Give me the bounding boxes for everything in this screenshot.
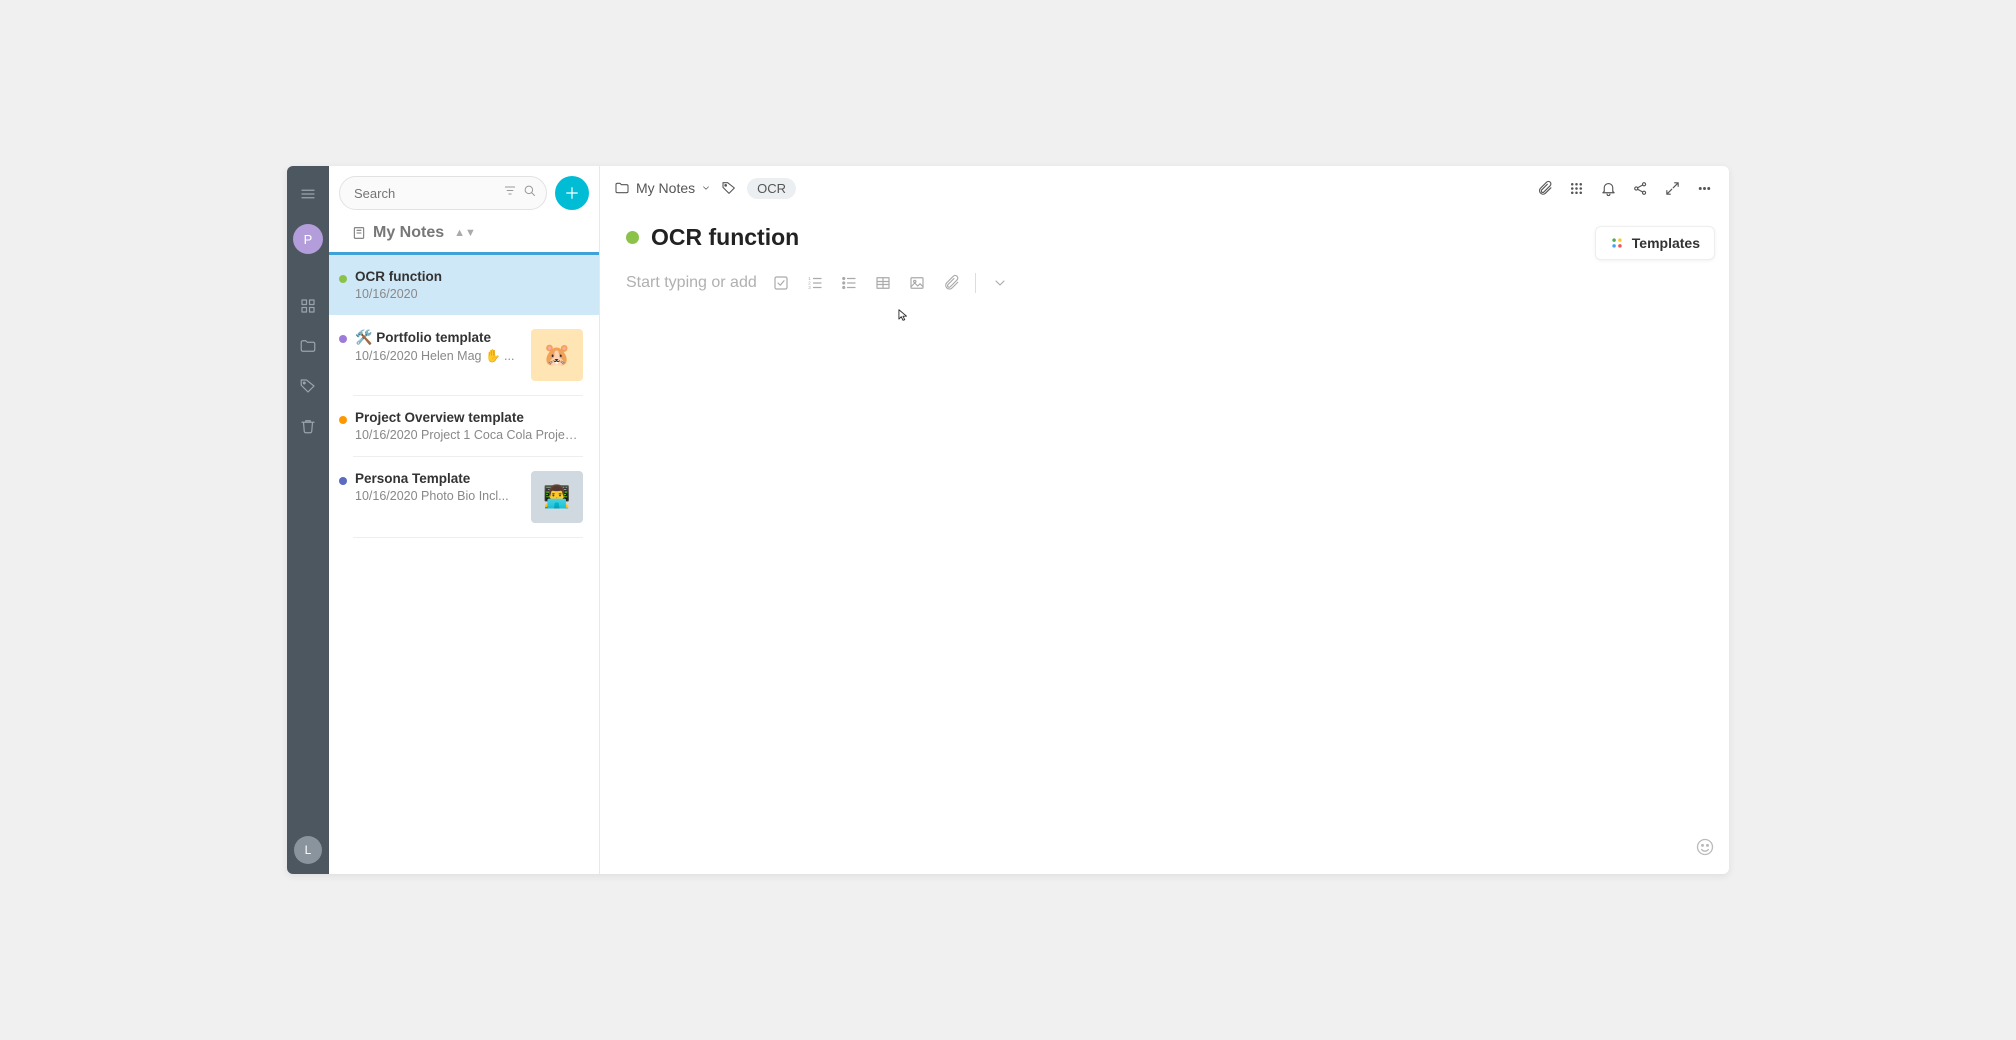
trash-icon[interactable] bbox=[296, 414, 320, 438]
attachment-icon[interactable] bbox=[1533, 177, 1555, 199]
attach-icon[interactable] bbox=[941, 273, 961, 293]
templates-button[interactable]: Templates bbox=[1595, 226, 1715, 260]
hammer-icon: 🛠️ bbox=[355, 329, 372, 345]
folder-icon[interactable] bbox=[296, 334, 320, 358]
note-item[interactable]: Project Overview template 10/16/2020 Pro… bbox=[329, 396, 599, 456]
svg-text:3: 3 bbox=[808, 285, 811, 290]
breadcrumb-label: My Notes bbox=[636, 180, 695, 196]
separator bbox=[975, 273, 976, 293]
note-item-meta: 10/16/2020 Helen Mag ✋ ... bbox=[355, 349, 523, 364]
note-item-meta: 10/16/2020 Project 1 Coca Cola Project 2… bbox=[355, 428, 583, 442]
editor-placeholder-row[interactable]: Start typing or add 123 bbox=[600, 255, 1729, 311]
expand-icon[interactable] bbox=[1661, 177, 1683, 199]
status-dot bbox=[339, 275, 347, 283]
search-icon[interactable] bbox=[522, 183, 537, 203]
note-color-dot[interactable] bbox=[626, 231, 639, 244]
new-note-button[interactable] bbox=[555, 176, 589, 210]
note-item-title: 🛠️ Portfolio template bbox=[355, 329, 523, 346]
tag-icon[interactable] bbox=[721, 180, 737, 196]
note-title[interactable]: OCR function bbox=[651, 224, 799, 251]
note-tag[interactable]: OCR bbox=[747, 178, 796, 199]
note-item[interactable]: Persona Template 10/16/2020 Photo Bio In… bbox=[329, 457, 599, 537]
numbered-list-icon[interactable]: 123 bbox=[805, 273, 825, 293]
sort-icon: ▲▼ bbox=[454, 227, 476, 239]
note-item-title: Persona Template bbox=[355, 471, 523, 486]
left-rail: P L bbox=[287, 166, 329, 874]
note-item-title: OCR function bbox=[355, 269, 583, 284]
user-avatar[interactable]: L bbox=[294, 836, 322, 864]
chevron-down-icon bbox=[701, 183, 711, 193]
note-item-meta: 10/16/2020 bbox=[355, 287, 583, 301]
app-window: P L bbox=[287, 166, 1729, 874]
separator bbox=[353, 537, 583, 538]
note-thumbnail: 🐹 bbox=[531, 329, 583, 381]
hamburger-icon[interactable] bbox=[296, 182, 320, 206]
filter-icon[interactable] bbox=[503, 184, 517, 203]
notebook-header[interactable]: My Notes ▲▼ bbox=[329, 218, 599, 252]
image-icon[interactable] bbox=[907, 273, 927, 293]
checkbox-icon[interactable] bbox=[771, 273, 791, 293]
note-item[interactable]: 🛠️ Portfolio template 10/16/2020 Helen M… bbox=[329, 315, 599, 395]
chevron-down-icon[interactable] bbox=[990, 273, 1010, 293]
share-icon[interactable] bbox=[1629, 177, 1651, 199]
editor-placeholder: Start typing or add bbox=[626, 274, 757, 292]
breadcrumb: My Notes OCR bbox=[600, 166, 1729, 210]
note-thumbnail: 👨‍💻 bbox=[531, 471, 583, 523]
table-icon[interactable] bbox=[873, 273, 893, 293]
note-list-sidebar: My Notes ▲▼ OCR function 10/16/2020 🛠️ P… bbox=[329, 166, 600, 874]
bell-icon[interactable] bbox=[1597, 177, 1619, 199]
status-dot bbox=[339, 416, 347, 424]
dashboard-icon[interactable] bbox=[296, 294, 320, 318]
note-title-row: OCR function bbox=[600, 210, 1729, 255]
sidebar-top bbox=[329, 166, 599, 218]
note-item[interactable]: OCR function 10/16/2020 bbox=[329, 252, 599, 315]
workspace-avatar[interactable]: P bbox=[293, 224, 323, 254]
note-list: OCR function 10/16/2020 🛠️ Portfolio tem… bbox=[329, 252, 599, 874]
bullet-list-icon[interactable] bbox=[839, 273, 859, 293]
note-editor: My Notes OCR OCR function Templates Star… bbox=[600, 166, 1729, 874]
status-dot bbox=[339, 335, 347, 343]
templates-icon bbox=[1610, 236, 1624, 250]
tag-icon[interactable] bbox=[296, 374, 320, 398]
status-dot bbox=[339, 477, 347, 485]
search-wrap bbox=[339, 176, 547, 210]
more-icon[interactable] bbox=[1693, 177, 1715, 199]
note-item-title: Project Overview template bbox=[355, 410, 583, 425]
grid-icon[interactable] bbox=[1565, 177, 1587, 199]
notebook-title: My Notes bbox=[373, 224, 444, 242]
breadcrumb-folder[interactable]: My Notes bbox=[614, 180, 711, 196]
emoji-icon[interactable] bbox=[1695, 837, 1715, 862]
note-item-meta: 10/16/2020 Photo Bio Incl... bbox=[355, 489, 523, 503]
templates-label: Templates bbox=[1632, 235, 1700, 251]
